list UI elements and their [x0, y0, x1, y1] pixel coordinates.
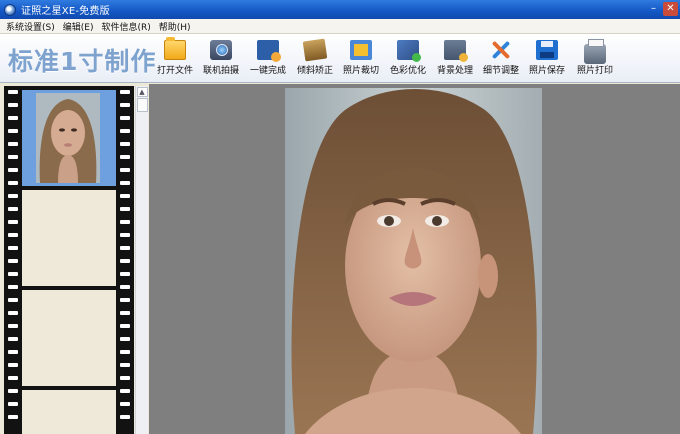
- film-holes-right: [120, 90, 130, 434]
- portrait-photo[interactable]: [285, 88, 542, 434]
- mode-title: 标准1寸制作: [8, 47, 157, 76]
- camera-icon: [210, 40, 232, 60]
- tools-icon: [490, 40, 512, 60]
- menu-system-settings[interactable]: 系统设置(S): [6, 20, 55, 33]
- film-frame-empty[interactable]: [22, 290, 116, 386]
- open-file-button[interactable]: 打开文件: [152, 37, 198, 80]
- save-icon: [536, 40, 558, 60]
- preview-area: [149, 84, 680, 434]
- detail-adjust-button[interactable]: 细节调整: [478, 40, 524, 80]
- menu-software-info[interactable]: 软件信息(R): [101, 20, 150, 33]
- photo-thumbnail: [36, 93, 100, 183]
- one-click-icon: [257, 40, 281, 62]
- color-optimize-button[interactable]: 色彩优化: [385, 40, 431, 80]
- deskew-icon: [302, 38, 328, 62]
- printer-icon: [584, 39, 606, 64]
- title-bar[interactable]: 证照之星XE-免费版 – ✕: [0, 0, 680, 19]
- capture-button[interactable]: 联机拍摄: [198, 40, 244, 80]
- film-frame-selected[interactable]: [22, 90, 116, 186]
- background-button[interactable]: 背景处理: [432, 40, 478, 80]
- background-icon: [444, 40, 468, 62]
- window-controls: – ✕: [646, 2, 678, 16]
- scroll-up-icon[interactable]: ▲: [136, 87, 148, 97]
- scroll-thumb[interactable]: [136, 98, 148, 112]
- crop-icon: [350, 40, 372, 60]
- film-frame-empty[interactable]: [22, 190, 116, 286]
- print-button[interactable]: 照片打印: [572, 39, 618, 80]
- menu-help[interactable]: 帮助(H): [159, 20, 191, 33]
- minimize-icon[interactable]: –: [646, 2, 661, 16]
- close-icon[interactable]: ✕: [663, 2, 678, 16]
- color-icon: [397, 40, 421, 62]
- crop-button[interactable]: 照片裁切: [338, 40, 384, 80]
- one-click-button[interactable]: 一键完成: [245, 40, 291, 80]
- film-strip: [4, 86, 134, 434]
- save-button[interactable]: 照片保存: [524, 40, 570, 80]
- film-scrollbar[interactable]: ▲: [135, 86, 148, 434]
- app-window: 证照之星XE-免费版 – ✕ 系统设置(S) 编辑(E) 软件信息(R) 帮助(…: [0, 0, 680, 434]
- window-title: 证照之星XE-免费版: [21, 6, 110, 17]
- deskew-button[interactable]: 倾斜矫正: [292, 38, 338, 80]
- folder-icon: [164, 37, 186, 60]
- toolbar: 标准1寸制作 打开文件 联机拍摄 一键完成 倾斜矫正 照片裁切 色彩优化 背景处…: [0, 34, 680, 83]
- menu-edit[interactable]: 编辑(E): [63, 20, 94, 33]
- app-logo-icon: [4, 3, 16, 16]
- film-holes-left: [8, 90, 18, 434]
- film-frame-empty[interactable]: [22, 390, 116, 434]
- menu-bar: 系统设置(S) 编辑(E) 软件信息(R) 帮助(H): [0, 19, 680, 34]
